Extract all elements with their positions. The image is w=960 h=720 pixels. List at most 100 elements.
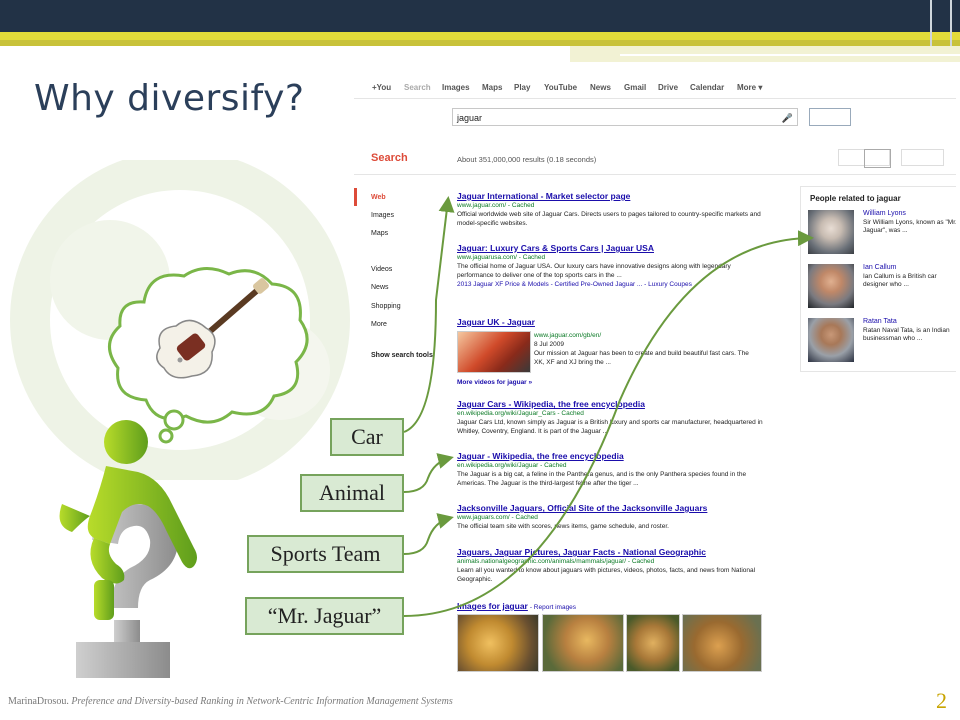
left-nav-news[interactable]: News (371, 284, 389, 291)
result-title[interactable]: Jaguar Cars - Wikipedia, the free encycl… (457, 400, 767, 409)
report-images-link[interactable]: - Report images (530, 604, 576, 611)
page-number: 2 (936, 688, 947, 713)
left-nav-more[interactable]: More (371, 321, 387, 328)
search-result: Jaguars, Jaguar Pictures, Jaguar Facts -… (457, 548, 767, 584)
result-url: www.jaguar.com/gb/en/ (534, 332, 602, 339)
nav-play[interactable]: Play (514, 83, 530, 92)
person-card[interactable]: William Lyons Sir William Lyons, known a… (808, 210, 956, 254)
search-result: Jaguar: Luxury Cars & Sports Cars | Jagu… (457, 244, 767, 289)
view-toggle[interactable] (838, 149, 891, 168)
search-button[interactable] (809, 108, 851, 126)
label-mr-jaguar: “Mr. Jaguar” (245, 597, 404, 635)
result-snippet: The official team site with scores, news… (457, 523, 669, 530)
person-card[interactable]: Ian Callum Ian Callum is a British car d… (808, 264, 956, 308)
person-name[interactable]: Ian Callum (863, 264, 896, 271)
microphone-icon[interactable]: 🎤 (782, 109, 793, 127)
google-top-nav: +You Search Images Maps Play YouTube New… (354, 78, 956, 99)
slide-title: Why diversify? (34, 78, 305, 119)
left-nav-web[interactable]: Web (371, 194, 386, 201)
result-url: animals.nationalgeographic.com/animals/m… (457, 558, 655, 565)
nav-youtube[interactable]: YouTube (544, 83, 577, 92)
people-header: People related to jaguar (810, 194, 901, 203)
result-snippet: Official worldwide web site of Jaguar Ca… (457, 211, 761, 227)
header-bar (0, 0, 960, 32)
more-videos-link[interactable]: More videos for jaguar » (457, 378, 767, 387)
video-result-details: www.jaguar.com/gb/en/ 8 Jul 2009 Our mis… (534, 331, 760, 367)
header-accent-stripe (0, 32, 960, 40)
settings-button[interactable] (901, 149, 944, 166)
video-thumbnail[interactable] (457, 331, 531, 373)
nav-gmail[interactable]: Gmail (624, 83, 646, 92)
result-snippet: Our mission at Jaguar has been to create… (534, 350, 749, 366)
search-result: Jaguar - Wikipedia, the free encyclopedi… (457, 452, 767, 488)
person-desc: Ratan Naval Tata, is an Indian businessm… (863, 327, 950, 342)
result-url: www.jaguarusa.com/ - Cached (457, 254, 546, 261)
person-photo[interactable] (808, 264, 854, 308)
active-nav-marker (354, 188, 357, 206)
nav-maps[interactable]: Maps (482, 83, 502, 92)
result-title[interactable]: Jaguar International - Market selector p… (457, 192, 767, 201)
left-nav-videos[interactable]: Videos (371, 266, 392, 273)
label-animal: Animal (300, 474, 404, 512)
search-results-screenshot: +You Search Images Maps Play YouTube New… (354, 78, 956, 672)
left-nav-images[interactable]: Images (371, 212, 394, 219)
nav-news[interactable]: News (590, 83, 611, 92)
jaguar-image[interactable] (542, 614, 624, 672)
header-divider (620, 54, 960, 56)
result-sitelinks[interactable]: 2013 Jaguar XF Price & Models - Certifie… (457, 280, 767, 289)
person-desc: Ian Callum is a British car designer who… (863, 273, 937, 288)
jaguar-image[interactable] (626, 614, 680, 672)
left-nav-shopping[interactable]: Shopping (371, 303, 401, 310)
jaguar-image[interactable] (682, 614, 762, 672)
search-input[interactable]: jaguar 🎤 (452, 108, 798, 126)
person-card[interactable]: Ratan Tata Ratan Naval Tata, is an India… (808, 318, 956, 362)
label-car: Car (330, 418, 404, 456)
guitar-icon (156, 278, 269, 379)
result-url: en.wikipedia.org/wiki/Jaguar_Cars - Cach… (457, 410, 584, 417)
result-url: www.jaguars.com/ - Cached (457, 514, 538, 521)
nav-you[interactable]: +You (372, 83, 391, 92)
jaguar-image[interactable] (457, 614, 539, 672)
label-sports-team: Sports Team (247, 535, 404, 573)
result-title[interactable]: Jaguar: Luxury Cars & Sports Cars | Jagu… (457, 244, 767, 253)
footer-author: MarinaDrosou. (8, 696, 69, 707)
search-label: Search (371, 152, 408, 164)
person-desc: Sir William Lyons, known as "Mr. Jaguar"… (863, 219, 956, 234)
person-photo[interactable] (808, 210, 854, 254)
result-url: en.wikipedia.org/wiki/Jaguar - Cached (457, 462, 567, 469)
result-snippet: Learn all you wanted to know about jagua… (457, 567, 756, 583)
header-corner-bars (930, 0, 952, 46)
search-query: jaguar (457, 113, 483, 123)
result-snippet: Jaguar Cars Ltd, known simply as Jaguar … (457, 419, 763, 435)
result-title[interactable]: Jaguars, Jaguar Pictures, Jaguar Facts -… (457, 548, 767, 557)
divider (354, 174, 956, 175)
question-mark-figure (59, 420, 197, 678)
search-result: Jacksonville Jaguars, Official Site of t… (457, 504, 767, 531)
slide-footer: MarinaDrosou. Preference and Diversity-b… (8, 696, 453, 707)
person-name[interactable]: William Lyons (863, 210, 906, 217)
result-url: www.jaguar.com/ - Cached (457, 202, 535, 209)
result-snippet: The Jaguar is a big cat, a feline in the… (457, 471, 747, 487)
person-name[interactable]: Ratan Tata (863, 318, 897, 325)
search-result: Jaguar International - Market selector p… (457, 192, 767, 228)
search-result: Jaguar UK - Jaguar (457, 318, 767, 327)
image-results-header: Images for jaguar - Report images (457, 602, 757, 612)
result-title[interactable]: Jaguar UK - Jaguar (457, 318, 767, 327)
left-nav-search-tools[interactable]: Show search tools (371, 352, 433, 359)
view-toggle-active[interactable] (864, 149, 891, 168)
nav-images[interactable]: Images (442, 83, 470, 92)
nav-drive[interactable]: Drive (658, 83, 678, 92)
nav-more[interactable]: More ▾ (737, 83, 762, 92)
left-nav-maps[interactable]: Maps (371, 230, 388, 237)
search-result: Jaguar Cars - Wikipedia, the free encycl… (457, 400, 767, 436)
result-snippet: The official home of Jaguar USA. Our lux… (457, 263, 731, 279)
result-date: 8 Jul 2009 (534, 341, 564, 348)
nav-calendar[interactable]: Calendar (690, 83, 724, 92)
more-videos: More videos for jaguar » (457, 378, 767, 387)
result-title[interactable]: Jaguar - Wikipedia, the free encyclopedi… (457, 452, 767, 461)
images-for-link[interactable]: Images for jaguar (457, 601, 528, 611)
result-title[interactable]: Jacksonville Jaguars, Official Site of t… (457, 504, 767, 513)
person-photo[interactable] (808, 318, 854, 362)
nav-search[interactable]: Search (404, 83, 431, 92)
footer-paper-title: Preference and Diversity-based Ranking i… (71, 696, 453, 707)
